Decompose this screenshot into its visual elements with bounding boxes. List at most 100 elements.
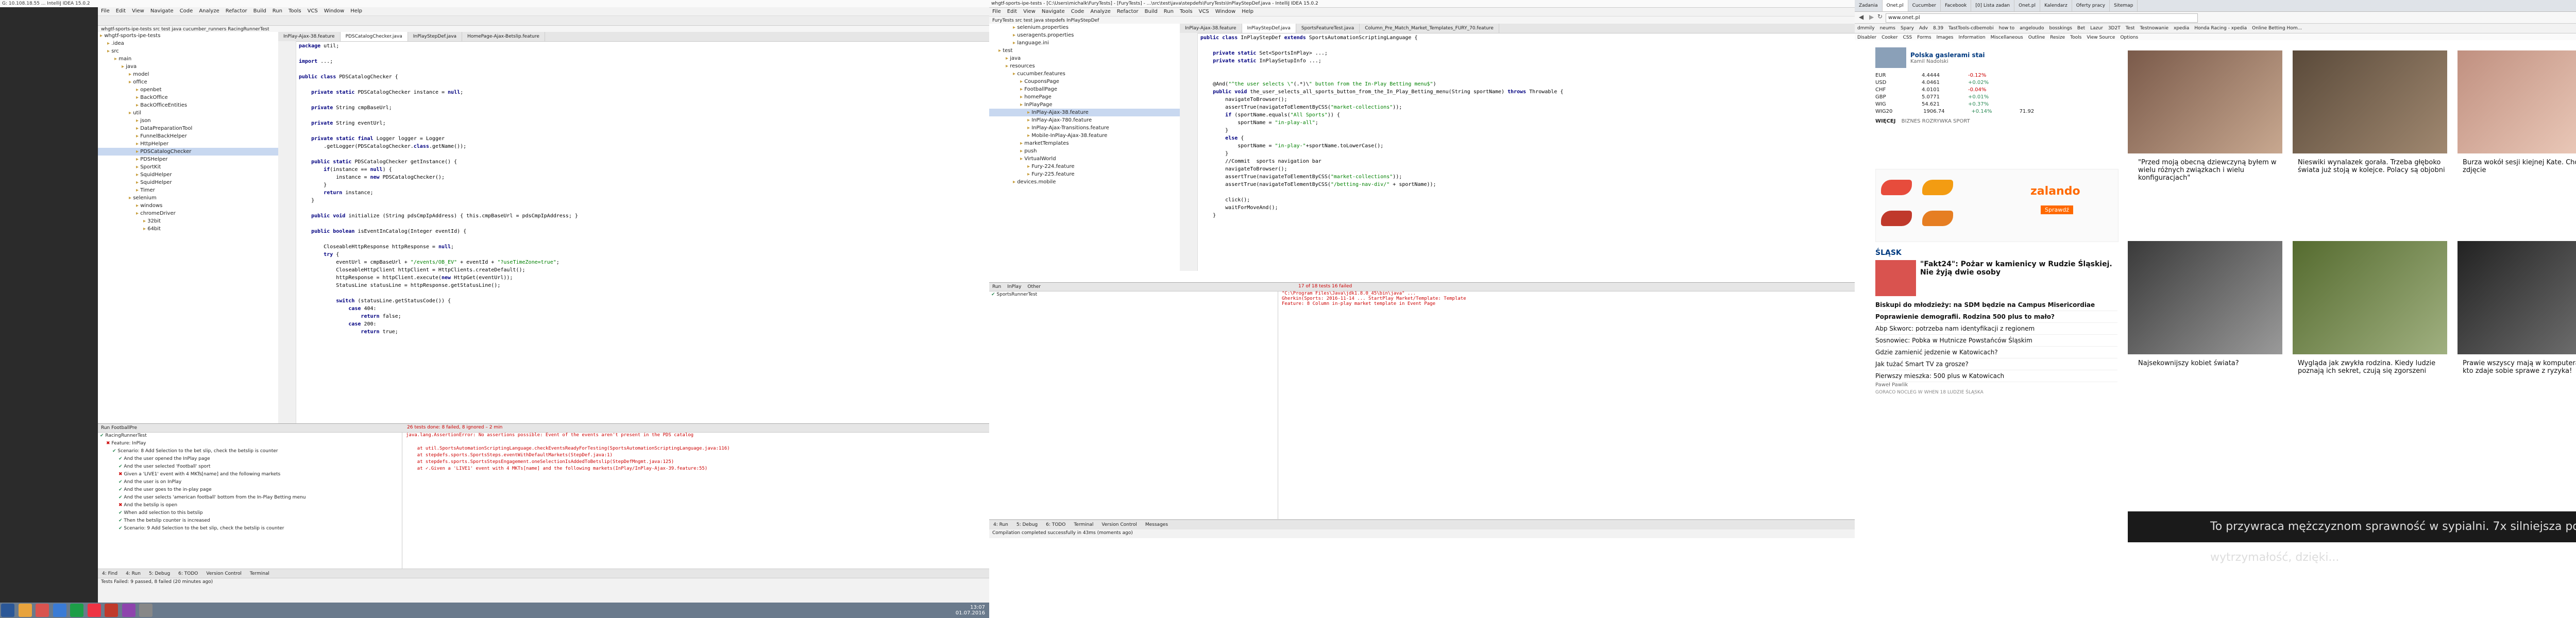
menu-item[interactable]: Build	[250, 8, 269, 14]
news-image[interactable]	[1875, 260, 1916, 296]
webdev-menu[interactable]: Options	[2117, 35, 2141, 40]
tree-item[interactable]: ▸ VirtualWorld	[989, 155, 1180, 163]
run-tree-item[interactable]: ✔ RacingRunnerTest	[98, 432, 402, 440]
ad-banner[interactable]: To przywraca mężczyznom sprawność w sypi…	[2128, 511, 2576, 564]
tree-item[interactable]: ▸ BackOffice	[98, 94, 278, 101]
news-item[interactable]: Biskupi do młodzieży: na SDM będzie na C…	[1875, 299, 2117, 311]
tree-item[interactable]: ▸ java	[989, 55, 1180, 62]
clock[interactable]: 13:07 01.07.2016	[956, 605, 985, 616]
chrome-icon[interactable]	[87, 604, 101, 617]
tree-item[interactable]: ▸ FunnelBackHelper	[98, 132, 278, 140]
bookmark[interactable]: Lazur	[2088, 26, 2106, 31]
bookmark[interactable]: xpedia	[2171, 26, 2192, 31]
tree-item[interactable]: ▸ test	[989, 47, 1180, 55]
photo-caption[interactable]: Najsekownijszy kobiet świata?	[2138, 359, 2287, 367]
menu-item[interactable]: Analyze	[196, 8, 222, 14]
tree-item[interactable]: ▸ windows	[98, 202, 278, 210]
tool-window-button[interactable]: Terminal	[246, 571, 274, 576]
tree-item[interactable]: ▸ src	[98, 47, 278, 55]
tree-item[interactable]: ▸ marketTemplates	[989, 140, 1180, 147]
project-tree[interactable]: ▸ whgtf-sports-ipe-tests ▸ .idea ▸ src ▸ ma…	[98, 32, 279, 423]
bookmark[interactable]: Testnowanie	[2137, 26, 2171, 31]
tree-item[interactable]: ▸ chromeDriver	[98, 210, 278, 217]
tree-item[interactable]: ▸ 64bit	[98, 225, 278, 233]
run-tree-item[interactable]: ✖ Given a 'LIVE1' event with 4 MKTs[name…	[98, 471, 402, 478]
project-tree[interactable]: ▸ selenium.properties ▸ useragents.proper…	[989, 24, 1180, 271]
tool-window-button[interactable]: Version Control	[1097, 522, 1141, 527]
menu-item[interactable]: Navigate	[147, 8, 177, 14]
photo[interactable]	[2458, 241, 2576, 354]
run-tab[interactable]: Other	[1027, 284, 1047, 289]
editor-tab[interactable]: InPlay-Ajax-38.feature	[1180, 24, 1242, 33]
tree-item[interactable]: ▸ DataPreparationTool	[98, 125, 278, 132]
tree-item[interactable]: ▸ .idea	[98, 40, 278, 47]
tree-item[interactable]: ▸ office	[98, 78, 278, 86]
tree-item[interactable]: ▸ language.ini	[989, 39, 1180, 47]
back-icon[interactable]: ◀	[1859, 13, 1863, 21]
run-tree-item[interactable]: ✔ Scenario: 8 Add Selection to the bet s…	[98, 448, 402, 455]
menu-item[interactable]: Run	[1161, 9, 1177, 14]
menu-item[interactable]: Help	[347, 8, 365, 14]
run-tree-item[interactable]: ✔ And the user is on InPlay	[98, 478, 402, 486]
editor-tab[interactable]: InPlayStepDef.java	[408, 32, 463, 41]
tree-item[interactable]: ▸ devices.mobile	[989, 178, 1180, 186]
run-tree-item[interactable]: ✖ And the betslip is open	[98, 502, 402, 509]
webdev-menu[interactable]: Disabler	[1855, 35, 1879, 40]
tree-item[interactable]: ▸ homePage	[989, 93, 1180, 101]
tree-item[interactable]: ▸ HttpHelper	[98, 140, 278, 148]
bookmark[interactable]: bosskings	[2046, 26, 2074, 31]
tree-item[interactable]: ▸ InPlay-Ajax-780.feature	[989, 116, 1180, 124]
browser-tab[interactable]: Oferty pracy	[2072, 0, 2110, 11]
bookmark[interactable]: TastTools-cdbemobi	[1946, 26, 1996, 31]
run-tab[interactable]: Run	[992, 284, 1007, 289]
webdev-menu[interactable]: Miscellaneous	[1988, 35, 2026, 40]
bookmark[interactable]: Honda Racing - xpedia	[2192, 26, 2249, 31]
menu-item[interactable]: Code	[177, 8, 196, 14]
run-tab[interactable]: InPlay	[1007, 284, 1027, 289]
menu-item[interactable]: Tools	[285, 8, 304, 14]
tree-item[interactable]: ▸ util	[98, 109, 278, 117]
menu-item[interactable]: Edit	[1004, 9, 1020, 14]
menu-item[interactable]: Help	[1239, 9, 1257, 14]
excel-icon[interactable]	[70, 604, 83, 617]
tree-item[interactable]: ▸ selenium	[98, 194, 278, 202]
code-editor[interactable]: InPlay-Ajax-38.feature InPlayStepDef.java…	[1180, 24, 1855, 271]
tree-item[interactable]: ▸ SquidHelper	[98, 179, 278, 186]
menu-item[interactable]: Window	[1212, 9, 1239, 14]
webdev-menu[interactable]: Information	[1956, 35, 1988, 40]
explorer-icon[interactable]	[18, 604, 32, 617]
tool-window-button[interactable]: 4: Run	[122, 571, 145, 576]
run-output[interactable]: "C:\Program Files\Java\jdk1.8.0_45\bin\j…	[1278, 291, 1855, 520]
bookmark[interactable]: how to	[1996, 26, 2017, 31]
tool-window-button[interactable]: 4: Run	[989, 522, 1012, 527]
forward-icon[interactable]: ▶	[1869, 13, 1874, 21]
webdev-menu[interactable]: CSS	[1901, 35, 1915, 40]
editor-tab[interactable]: PDSCatalogChecker.java	[340, 32, 408, 41]
menu-item[interactable]: Code	[1068, 9, 1088, 14]
top-story[interactable]: Polska gaslerami stai Kamil Nadolski	[1875, 47, 2117, 68]
code-text[interactable]: package util; import ...; public class PDS…	[299, 42, 984, 423]
tool-window-button[interactable]: 5: Debug	[1012, 522, 1042, 527]
bookmark[interactable]: 8.39	[1930, 26, 1946, 31]
menu-item[interactable]: Navigate	[1039, 9, 1068, 14]
editor-tab[interactable]: InPlayStepDef.java	[1242, 24, 1296, 33]
tree-item[interactable]: ▸ PDSHelper	[98, 156, 278, 163]
run-test-tree[interactable]: ✔ RacingRunnerTest ✖ Feature: InPlay ✔ Sce…	[98, 432, 402, 569]
browser-tab[interactable]: Sitemap	[2110, 0, 2138, 11]
tool-window-button[interactable]: 6: TODO	[174, 571, 202, 576]
tree-item[interactable]: ▸ openbet	[98, 86, 278, 94]
bookmark[interactable]: Bet	[2075, 26, 2088, 31]
editor-tab[interactable]: InPlay-Ajax-38.feature	[278, 32, 341, 41]
tree-item[interactable]: ▸ Mobile-InPlay-Ajax-38.feature	[989, 132, 1180, 140]
tree-item[interactable]: ▸ InPlay-Ajax-Transitions.feature	[989, 124, 1180, 132]
more-link[interactable]: WIĘCEJ	[1875, 118, 1895, 124]
menu-item[interactable]: File	[98, 8, 113, 14]
tree-item[interactable]: ▸ InPlay-Ajax-38.feature	[989, 109, 1180, 116]
run-tree-item[interactable]: ✔ When add selection to this betslip	[98, 509, 402, 517]
photo[interactable]	[2293, 241, 2447, 354]
url-input[interactable]: www.onet.pl	[1886, 13, 2198, 23]
tree-item[interactable]: ▸ java	[98, 63, 278, 71]
tree-item[interactable]: ▸ push	[989, 147, 1180, 155]
menu-item[interactable]: Analyze	[1087, 9, 1113, 14]
zalando-button[interactable]: Sprawdź	[2041, 205, 2073, 214]
